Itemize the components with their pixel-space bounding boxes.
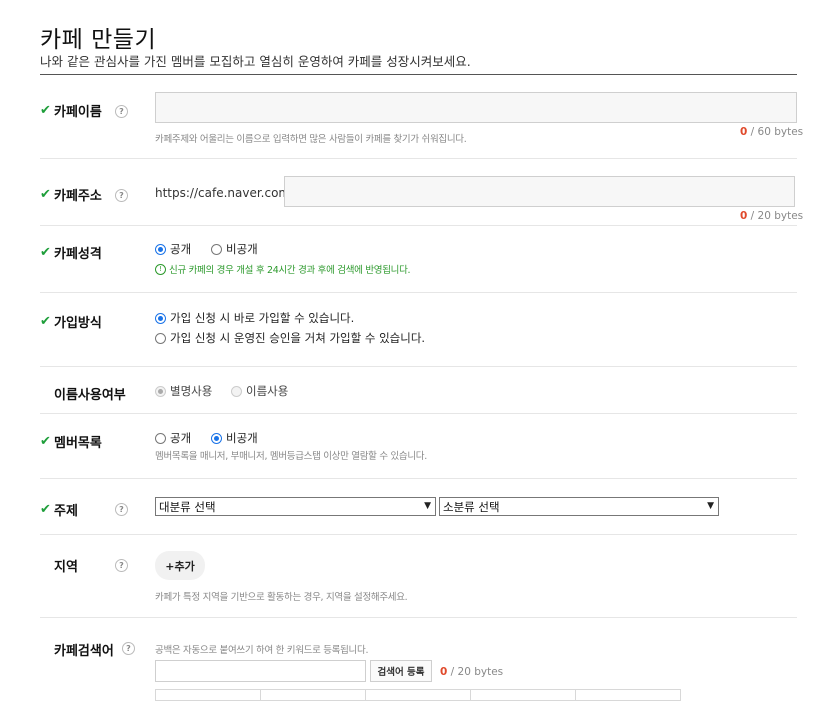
divider — [40, 292, 797, 293]
keyword-byte-count: 0 — [440, 666, 448, 678]
cafe-name-byte-count: 0 — [740, 126, 748, 138]
cafe-address-byte-count: 0 — [740, 210, 748, 222]
cafe-name-byte-limit: / 60 bytes — [750, 126, 804, 138]
cafe-address-input[interactable] — [284, 176, 795, 207]
keyword-cell — [471, 690, 576, 700]
topic-major-select-value: 대분류 선택 — [159, 499, 216, 514]
cafe-type-label-text: 카페성격 — [54, 247, 102, 262]
member-list-private-radio[interactable]: 비공개 — [211, 430, 258, 446]
radio-selected-icon — [155, 385, 166, 397]
help-icon[interactable]: ? — [115, 189, 128, 202]
radio-unselected-icon — [155, 432, 166, 444]
check-icon: ✔ — [40, 434, 51, 449]
create-cafe-page: 카페 만들기 나와 같은 관심사를 가진 멤버를 모집하고 열심히 운영하여 카… — [0, 0, 819, 701]
cafe-name-byte-counter: 0 / 60 bytes — [740, 126, 803, 138]
cafe-type-notice-text: 신규 카페의 경우 개설 후 24시간 경과 후에 검색에 반영됩니다. — [169, 265, 411, 276]
name-usage-label-text: 이름사용여부 — [54, 388, 126, 403]
keyword-cell — [261, 690, 366, 700]
divider — [40, 225, 797, 226]
keyword-input[interactable] — [155, 660, 366, 682]
check-icon: ✔ — [40, 245, 51, 260]
cafe-url-prefix: https://cafe.naver.com/ — [155, 186, 295, 200]
radio-label: 공개 — [170, 242, 192, 256]
radio-label: 공개 — [170, 431, 192, 445]
help-icon[interactable]: ? — [115, 559, 128, 572]
cafe-type-notice: ! 신규 카페의 경우 개설 후 24시간 경과 후에 검색에 반영됩니다. — [155, 262, 411, 276]
cafe-address-label-text: 카페주소 — [54, 189, 102, 204]
cafe-address-byte-limit: / 20 bytes — [750, 210, 804, 222]
register-keyword-button[interactable]: 검색어 등록 — [370, 660, 432, 682]
page-title: 카페 만들기 — [40, 27, 157, 53]
member-list-hint: 멤버목록을 매니저, 부매니저, 멤버등급스탭 이상만 열람할 수 있습니다. — [155, 451, 427, 462]
cafe-type-public-radio[interactable]: 공개 — [155, 241, 191, 257]
radio-label: 이름사용 — [246, 384, 289, 398]
join-instant-radio[interactable]: 가입 신청 시 바로 가입할 수 있습니다. — [155, 310, 354, 326]
keywords-hint: 공백은 자동으로 붙여쓰기 하여 한 키워드로 등록됩니다. — [155, 645, 369, 656]
radio-unselected-icon — [231, 385, 242, 397]
radio-label: 비공개 — [226, 431, 258, 445]
member-list-label: ✔ 멤버목록 — [40, 432, 102, 451]
help-icon[interactable]: ? — [115, 503, 128, 516]
cafe-type-label: ✔ 카페성격 — [40, 243, 102, 262]
radio-label: 비공개 — [226, 242, 258, 256]
member-list-public-radio[interactable]: 공개 — [155, 430, 191, 446]
radio-unselected-icon — [211, 243, 222, 255]
keywords-label-text: 카페검색어 — [54, 644, 114, 659]
keyword-byte-counter: 0 / 20 bytes — [440, 666, 503, 678]
keyword-cell — [366, 690, 471, 700]
chevron-down-icon: ▼ — [707, 501, 714, 511]
help-icon[interactable]: ? — [115, 105, 128, 118]
cafe-address-label: ✔ 카페주소 — [40, 185, 102, 204]
join-method-label: ✔ 가입방식 — [40, 312, 102, 331]
cafe-name-input[interactable] — [155, 92, 797, 123]
region-hint: 카페가 특정 지역을 기반으로 활동하는 경우, 지역을 설정해주세요. — [155, 592, 408, 603]
cafe-name-label: ✔ 카페이름 — [40, 101, 102, 120]
topic-label: ✔ 주제 — [40, 500, 78, 519]
radio-label: 별명사용 — [170, 384, 213, 398]
topic-label-text: 주제 — [54, 504, 78, 519]
check-icon: ✔ — [40, 187, 51, 202]
radio-selected-icon — [211, 432, 222, 444]
check-icon: ✔ — [40, 103, 51, 118]
join-approval-radio[interactable]: 가입 신청 시 운영진 승인을 거쳐 가입할 수 있습니다. — [155, 330, 425, 346]
topic-minor-select-value: 소분류 선택 — [443, 499, 500, 514]
check-icon: ✔ — [40, 314, 51, 329]
radio-label: 가입 신청 시 운영진 승인을 거쳐 가입할 수 있습니다. — [170, 331, 426, 345]
divider — [40, 534, 797, 535]
radio-selected-icon — [155, 312, 166, 324]
divider — [40, 617, 797, 618]
cafe-type-private-radio[interactable]: 비공개 — [211, 241, 258, 257]
cafe-name-label-text: 카페이름 — [54, 105, 102, 120]
header-divider — [40, 74, 797, 75]
chevron-down-icon: ▼ — [424, 501, 431, 511]
region-label-text: 지역 — [54, 560, 78, 575]
add-region-button[interactable]: +추가 — [155, 551, 205, 580]
region-label: 지역 — [40, 556, 78, 575]
help-icon[interactable]: ? — [122, 642, 135, 655]
nickname-radio[interactable]: 별명사용 — [155, 383, 212, 399]
join-method-label-text: 가입방식 — [54, 316, 102, 331]
keywords-label: 카페검색어 — [40, 640, 114, 659]
divider — [40, 366, 797, 367]
page-subtitle: 나와 같은 관심사를 가진 멤버를 모집하고 열심히 운영하여 카페를 성장시켜… — [40, 54, 471, 69]
cafe-address-byte-counter: 0 / 20 bytes — [740, 210, 803, 222]
check-icon: ✔ — [40, 502, 51, 517]
info-icon: ! — [155, 263, 166, 275]
topic-minor-select[interactable]: 소분류 선택 ▼ — [439, 497, 719, 516]
divider — [40, 478, 797, 479]
radio-selected-icon — [155, 243, 166, 255]
realname-radio[interactable]: 이름사용 — [231, 383, 288, 399]
keyword-list-table — [155, 689, 681, 701]
radio-label: 가입 신청 시 바로 가입할 수 있습니다. — [170, 311, 355, 325]
radio-unselected-icon — [155, 332, 166, 344]
divider — [40, 413, 797, 414]
cafe-name-hint: 카페주제와 어울리는 이름으로 입력하면 많은 사람들이 카페를 찾기가 쉬워집… — [155, 134, 467, 145]
name-usage-label: 이름사용여부 — [40, 384, 126, 403]
keyword-cell — [156, 690, 261, 700]
keyword-cell — [576, 690, 680, 700]
member-list-label-text: 멤버목록 — [54, 436, 102, 451]
divider — [40, 158, 797, 159]
keyword-byte-limit: / 20 bytes — [450, 666, 504, 678]
topic-major-select[interactable]: 대분류 선택 ▼ — [155, 497, 436, 516]
